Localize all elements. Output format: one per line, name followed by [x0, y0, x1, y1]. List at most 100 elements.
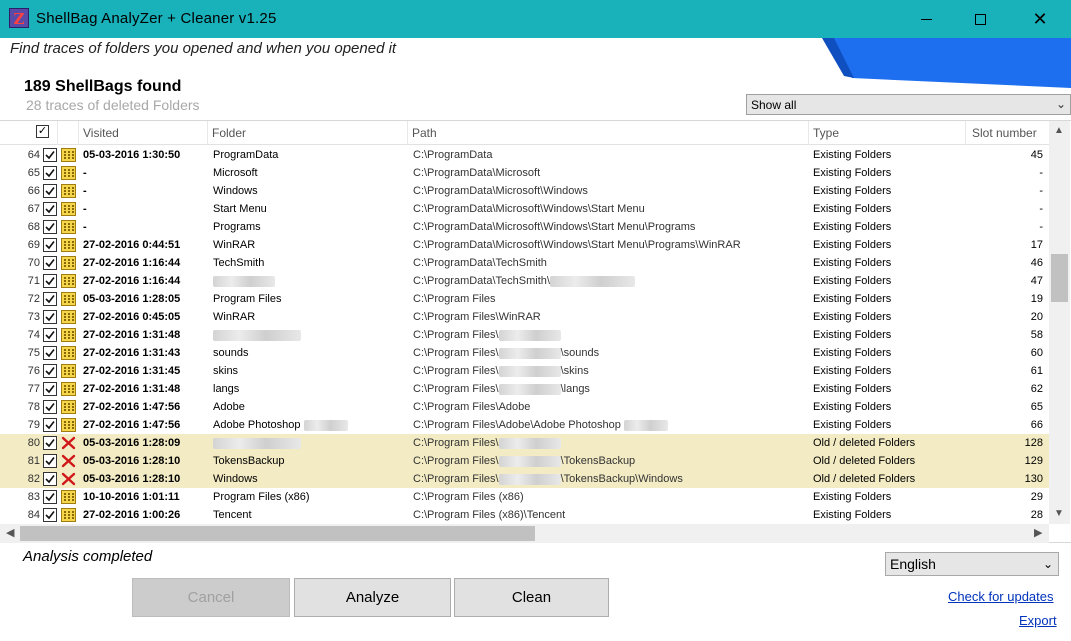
visited-date: 27-02-2016 1:31:48: [83, 383, 181, 395]
row-checkbox[interactable]: [43, 274, 57, 288]
table-row[interactable]: 80 05-03-2016 1:28:09 C:\Program Files\ Old…: [0, 434, 1049, 452]
table-row[interactable]: 81 05-03-2016 1:28:10 TokensBackup C:\Progr…: [0, 452, 1049, 470]
table-row[interactable]: 74 27-02-2016 1:31:48 C:\Program Files\ Exi…: [0, 326, 1049, 344]
cancel-button[interactable]: Cancel: [132, 578, 290, 617]
col-folder[interactable]: Folder: [212, 126, 246, 140]
path-tail: \sounds: [560, 347, 600, 359]
maximize-button[interactable]: [957, 0, 1003, 38]
visited-date: 27-02-2016 1:16:44: [83, 275, 181, 287]
slot-cell: 129: [1024, 455, 1043, 467]
path-text: C:\ProgramData\Microsoft\Windows\Start M…: [413, 239, 741, 251]
minimize-button[interactable]: [903, 0, 949, 38]
clean-button[interactable]: Clean: [454, 578, 609, 617]
row-number: 66: [27, 185, 40, 197]
row-checkbox[interactable]: [43, 310, 57, 324]
table-row[interactable]: 65 - Microsoft C:\ProgramData\Microsoft Exis…: [0, 164, 1049, 182]
col-visited[interactable]: Visited: [83, 126, 119, 140]
path-text: C:\ProgramData\TechSmith: [413, 257, 547, 269]
table-row[interactable]: 68 - Programs C:\ProgramData\Microsoft\Wind…: [0, 218, 1049, 236]
row-checkbox[interactable]: [43, 202, 57, 216]
language-dropdown[interactable]: English ⌄: [885, 552, 1059, 576]
type-cell: Existing Folders: [813, 383, 892, 395]
row-checkbox[interactable]: [43, 418, 57, 432]
row-number: 73: [27, 311, 40, 323]
table-body: 64 05-03-2016 1:30:50 ProgramData C:\Progra…: [0, 146, 1049, 524]
filter-dropdown[interactable]: Show all ⌄: [746, 94, 1071, 115]
analyze-button[interactable]: Analyze: [294, 578, 451, 617]
table-row[interactable]: 82 05-03-2016 1:28:10 Windows C:\Program Fi…: [0, 470, 1049, 488]
visited-date: -: [83, 185, 87, 197]
folder-name: Programs: [213, 221, 261, 233]
col-type[interactable]: Type: [813, 126, 839, 140]
type-cell: Old / deleted Folders: [813, 473, 916, 485]
row-checkbox[interactable]: [43, 256, 57, 270]
path-text: C:\Program Files (x86)\Tencent: [413, 509, 566, 521]
folder-cell: Tencent: [213, 509, 408, 521]
path-cell: C:\Program Files\Adobe: [413, 401, 808, 413]
path-cell: C:\Program Files: [413, 293, 808, 305]
table-row[interactable]: 83 10-10-2016 1:01:11 Program Files (x86) C…: [0, 488, 1049, 506]
table-row[interactable]: 72 05-03-2016 1:28:05 Program Files C:\Prog…: [0, 290, 1049, 308]
col-path[interactable]: Path: [412, 126, 437, 140]
table-row[interactable]: 76 27-02-2016 1:31:45 skins C:\Program File…: [0, 362, 1049, 380]
col-slot[interactable]: Slot number: [972, 126, 1037, 140]
path-cell: C:\ProgramData\Microsoft\Windows\Start M…: [413, 221, 808, 233]
row-checkbox[interactable]: [43, 472, 57, 486]
row-checkbox[interactable]: [43, 166, 57, 180]
slot-cell: 60: [1030, 347, 1043, 359]
vertical-scrollbar[interactable]: ▲ ▼: [1049, 121, 1070, 524]
table-row[interactable]: 69 27-02-2016 0:44:51 WinRAR C:\ProgramData…: [0, 236, 1049, 254]
select-all-checkbox[interactable]: ✓: [36, 125, 49, 138]
row-checkbox[interactable]: [43, 220, 57, 234]
table-row[interactable]: 66 - Windows C:\ProgramData\Microsoft\Windo…: [0, 182, 1049, 200]
redacted-text: [498, 347, 561, 359]
row-checkbox[interactable]: [43, 184, 57, 198]
vertical-scroll-thumb[interactable]: [1051, 254, 1068, 302]
horizontal-scrollbar[interactable]: ◀ ▶: [0, 524, 1049, 543]
table-row[interactable]: 67 - Start Menu C:\ProgramData\Microsoft\Wi…: [0, 200, 1049, 218]
row-checkbox[interactable]: [43, 490, 57, 504]
table-row[interactable]: 70 27-02-2016 1:16:44 TechSmith C:\ProgramD…: [0, 254, 1049, 272]
row-checkbox[interactable]: [43, 346, 57, 360]
path-cell: C:\Program Files\Adobe\Adobe Photoshop: [413, 419, 808, 431]
scroll-down-icon[interactable]: ▼: [1054, 508, 1064, 519]
export-link[interactable]: Export: [1019, 613, 1057, 628]
folder-grid-icon: [61, 328, 76, 342]
table-row[interactable]: 71 27-02-2016 1:16:44 C:\ProgramData\TechS…: [0, 272, 1049, 290]
close-button[interactable]: ✕: [1017, 0, 1063, 38]
folder-cell: sounds: [213, 347, 408, 359]
row-checkbox[interactable]: [43, 328, 57, 342]
table-row[interactable]: 84 27-02-2016 1:00:26 Tencent C:\Program Fi…: [0, 506, 1049, 524]
table-row[interactable]: 78 27-02-2016 1:47:56 Adobe C:\Program File…: [0, 398, 1049, 416]
row-checkbox[interactable]: [43, 238, 57, 252]
row-checkbox[interactable]: [43, 400, 57, 414]
scroll-up-icon[interactable]: ▲: [1054, 125, 1064, 136]
table-row[interactable]: 79 27-02-2016 1:47:56 Adobe Photoshop C:\P…: [0, 416, 1049, 434]
row-checkbox[interactable]: [43, 454, 57, 468]
filter-selected: Show all: [751, 98, 797, 112]
row-checkbox[interactable]: [43, 436, 57, 450]
type-cell: Existing Folders: [813, 149, 892, 161]
table-row[interactable]: 75 27-02-2016 1:31:43 sounds C:\Program Fil…: [0, 344, 1049, 362]
table-row[interactable]: 73 27-02-2016 0:45:05 WinRAR C:\Program Fil…: [0, 308, 1049, 326]
app-subtitle: Find traces of folders you opened and wh…: [10, 40, 397, 57]
folder-cell: Windows: [213, 473, 408, 485]
path-cell: C:\ProgramData\Microsoft\Windows: [413, 185, 808, 197]
folder-grid-icon: [61, 292, 76, 306]
row-checkbox[interactable]: [43, 364, 57, 378]
horizontal-scroll-thumb[interactable]: [20, 526, 535, 541]
row-checkbox[interactable]: [43, 508, 57, 522]
row-checkbox[interactable]: [43, 148, 57, 162]
slot-cell: 128: [1024, 437, 1043, 449]
scroll-right-icon[interactable]: ▶: [1034, 526, 1042, 539]
table-row[interactable]: 64 05-03-2016 1:30:50 ProgramData C:\Progra…: [0, 146, 1049, 164]
row-checkbox[interactable]: [43, 292, 57, 306]
row-checkbox[interactable]: [43, 382, 57, 396]
check-updates-link[interactable]: Check for updates: [948, 589, 1054, 604]
folder-name: Windows: [213, 473, 258, 485]
folder-grid-icon: [61, 418, 76, 432]
type-cell: Existing Folders: [813, 275, 892, 287]
table-row[interactable]: 77 27-02-2016 1:31:48 langs C:\Program File…: [0, 380, 1049, 398]
scroll-left-icon[interactable]: ◀: [6, 526, 14, 539]
slot-cell: 28: [1030, 509, 1043, 521]
